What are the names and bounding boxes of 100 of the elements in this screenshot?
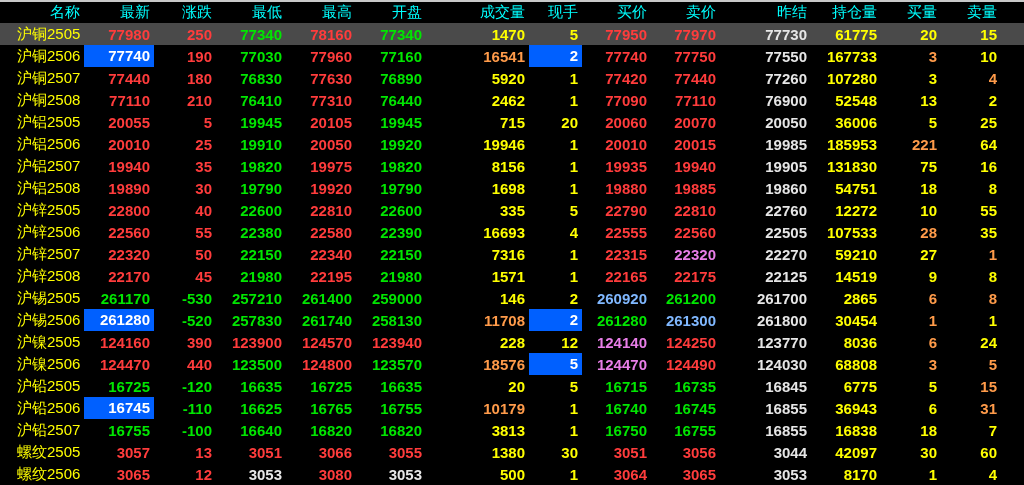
column-header[interactable]: 最低	[216, 3, 286, 22]
table-cell: 11708	[484, 311, 525, 329]
table-cell: 2	[529, 309, 582, 331]
table-cell: 221	[911, 135, 937, 153]
column-header[interactable]: 卖价	[651, 3, 720, 22]
column-header[interactable]: 涨跌	[154, 3, 216, 22]
table-cell: 3056	[682, 443, 716, 461]
table-cell: 19975	[310, 157, 352, 175]
table-cell: 19880	[605, 179, 647, 197]
quote-row[interactable]: 沪铅2505 16725 -120 16635 16725 16635 20 5 16715 16735 16845 6775 5 15	[0, 375, 1024, 397]
table-cell: 20	[561, 113, 578, 131]
table-cell: 22760	[765, 201, 807, 219]
table-cell: 16	[980, 157, 997, 175]
quote-row[interactable]: 沪铜2508 77110 210 76410 77310 76440 2462 1 77090 77110 76900 52548 13 2	[0, 89, 1024, 111]
table-cell: 50	[195, 245, 212, 263]
quote-row[interactable]: 沪锡2506 261280 -520 257830 261740 258130 11708 2 261280 261300 261800 30454 1 1	[0, 309, 1024, 331]
quote-row[interactable]: 沪铝2506 20010 25 19910 20050 19920 19946 1 20010 20015 19985 185953 221 64	[0, 133, 1024, 155]
column-header[interactable]: 名称	[0, 3, 84, 22]
table-cell: 146	[499, 289, 525, 307]
table-cell: 15	[980, 25, 997, 43]
table-cell: 1	[928, 311, 937, 329]
table-cell: 76440	[380, 91, 422, 109]
table-cell: 19940	[674, 157, 716, 175]
table-cell: 124800	[301, 355, 352, 373]
table-cell: 77440	[108, 69, 150, 87]
quote-row[interactable]: 沪镍2505 124160 390 123900 124570 123940 228 12 124140 124250 123770 8036 6 24	[0, 331, 1024, 353]
table-cell: 16755	[108, 421, 150, 439]
table-cell: 40	[195, 201, 212, 219]
quote-row[interactable]: 沪铜2507 77440 180 76830 77630 76890 5920 1 77420 77440 77260 107280 3 4	[0, 67, 1024, 89]
table-cell: 8036	[843, 333, 877, 351]
table-cell: 20055	[108, 113, 150, 131]
column-header[interactable]: 最新	[84, 3, 154, 22]
quote-row[interactable]: 沪锌2505 22800 40 22600 22810 22600 335 5 22790 22810 22760 12272 10 55	[0, 199, 1024, 221]
table-cell: -530	[181, 289, 212, 307]
table-cell: 8	[988, 267, 997, 285]
column-header[interactable]: 买价	[582, 3, 651, 22]
column-header[interactable]: 最高	[286, 3, 356, 22]
table-cell: 77750	[674, 47, 716, 65]
table-cell: 2	[529, 45, 582, 67]
table-cell: 76900	[765, 91, 807, 109]
table-cell: 1	[569, 135, 578, 153]
table-cell: 3064	[613, 465, 647, 483]
table-cell: 77030	[240, 47, 282, 65]
table-cell: 27	[920, 245, 937, 263]
table-cell: 8170	[843, 465, 877, 483]
quote-row[interactable]: 沪锌2507 22320 50 22150 22340 22150 7316 1 22315 22320 22270 59210 27 1	[0, 243, 1024, 265]
quote-row[interactable]: 沪铜2506 77740 190 77030 77960 77160 16541 2 77740 77750 77550 167733 3 10	[0, 45, 1024, 67]
column-header[interactable]: 现手	[529, 3, 582, 22]
table-cell: 257830	[231, 311, 282, 329]
table-cell: 22165	[605, 267, 647, 285]
quote-row[interactable]: 螺纹2506 3065 12 3053 3080 3053 500 1 3064 3065 3053 8170 1 4	[0, 463, 1024, 485]
table-cell: 16745	[674, 399, 716, 417]
column-header[interactable]: 持仓量	[811, 3, 881, 22]
table-cell: 1	[988, 311, 997, 329]
column-header[interactable]: 卖量	[941, 3, 1001, 22]
table-cell: 261280	[596, 311, 647, 329]
quote-row[interactable]: 沪铝2505 20055 5 19945 20105 19945 715 20 20060 20070 20050 36006 5 25	[0, 111, 1024, 133]
table-cell: 123770	[756, 333, 807, 351]
quote-row[interactable]: 沪铅2506 16745 -110 16625 16765 16755 10179 1 16740 16745 16855 36943 6 31	[0, 397, 1024, 419]
column-header[interactable]: 昨结	[720, 3, 811, 22]
table-cell: 123570	[371, 355, 422, 373]
table-cell: 3080	[318, 465, 352, 483]
quote-row[interactable]: 沪锌2506 22560 55 22380 22580 22390 16693 4 22555 22560 22505 107533 28 35	[0, 221, 1024, 243]
column-header[interactable]: 开盘	[356, 3, 426, 22]
column-header[interactable]: 买量	[881, 3, 941, 22]
table-cell: 124250	[665, 333, 716, 351]
quote-row[interactable]: 沪铝2507 19940 35 19820 19975 19820 8156 1 19935 19940 19905 131830 75 16	[0, 155, 1024, 177]
table-cell: 16715	[605, 377, 647, 395]
table-cell: 22175	[674, 267, 716, 285]
contract-name: 沪镍2506	[16, 354, 82, 374]
table-cell: 22340	[310, 245, 352, 263]
table-cell: 59210	[835, 245, 877, 263]
table-cell: 54751	[835, 179, 877, 197]
table-cell: 124490	[665, 355, 716, 373]
table-cell: 15	[980, 377, 997, 395]
table-cell: 123900	[231, 333, 282, 351]
table-cell: 77260	[765, 69, 807, 87]
table-cell: 36943	[835, 399, 877, 417]
table-cell: 45	[195, 267, 212, 285]
table-cell: 25	[195, 135, 212, 153]
table-cell: 124570	[301, 333, 352, 351]
table-cell: 261800	[756, 311, 807, 329]
quote-row[interactable]: 沪锌2508 22170 45 21980 22195 21980 1571 1 22165 22175 22125 14519 9 8	[0, 265, 1024, 287]
quote-row[interactable]: 螺纹2505 3057 13 3051 3066 3055 1380 30 3051 3056 3044 42097 30 60	[0, 441, 1024, 463]
table-cell: 16725	[310, 377, 352, 395]
table-cell: 20050	[765, 113, 807, 131]
table-cell: 16735	[674, 377, 716, 395]
quote-row[interactable]: 沪铜2505 77980 250 77340 78160 77340 1470 5 77950 77970 77730 61775 20 15	[0, 23, 1024, 45]
quote-row[interactable]: 沪锡2505 261170 -530 257210 261400 259000 146 2 260920 261200 261700 2865 6 8	[0, 287, 1024, 309]
table-cell: 19820	[380, 157, 422, 175]
table-cell: 30	[195, 179, 212, 197]
table-cell: 167733	[826, 47, 877, 65]
quote-row[interactable]: 沪铝2508 19890 30 19790 19920 19790 1698 1 19880 19885 19860 54751 18 8	[0, 177, 1024, 199]
table-cell: 261400	[301, 289, 352, 307]
quote-row[interactable]: 沪铅2507 16755 -100 16640 16820 16820 3813 1 16750 16755 16855 16838 18 7	[0, 419, 1024, 441]
table-cell: 16541	[483, 47, 525, 65]
table-cell: 24	[980, 333, 997, 351]
column-header[interactable]: 成交量	[426, 3, 529, 22]
quote-row[interactable]: 沪镍2506 124470 440 123500 124800 123570 18576 5 124470 124490 124030 68808 3 5	[0, 353, 1024, 375]
table-cell: 77950	[605, 25, 647, 43]
